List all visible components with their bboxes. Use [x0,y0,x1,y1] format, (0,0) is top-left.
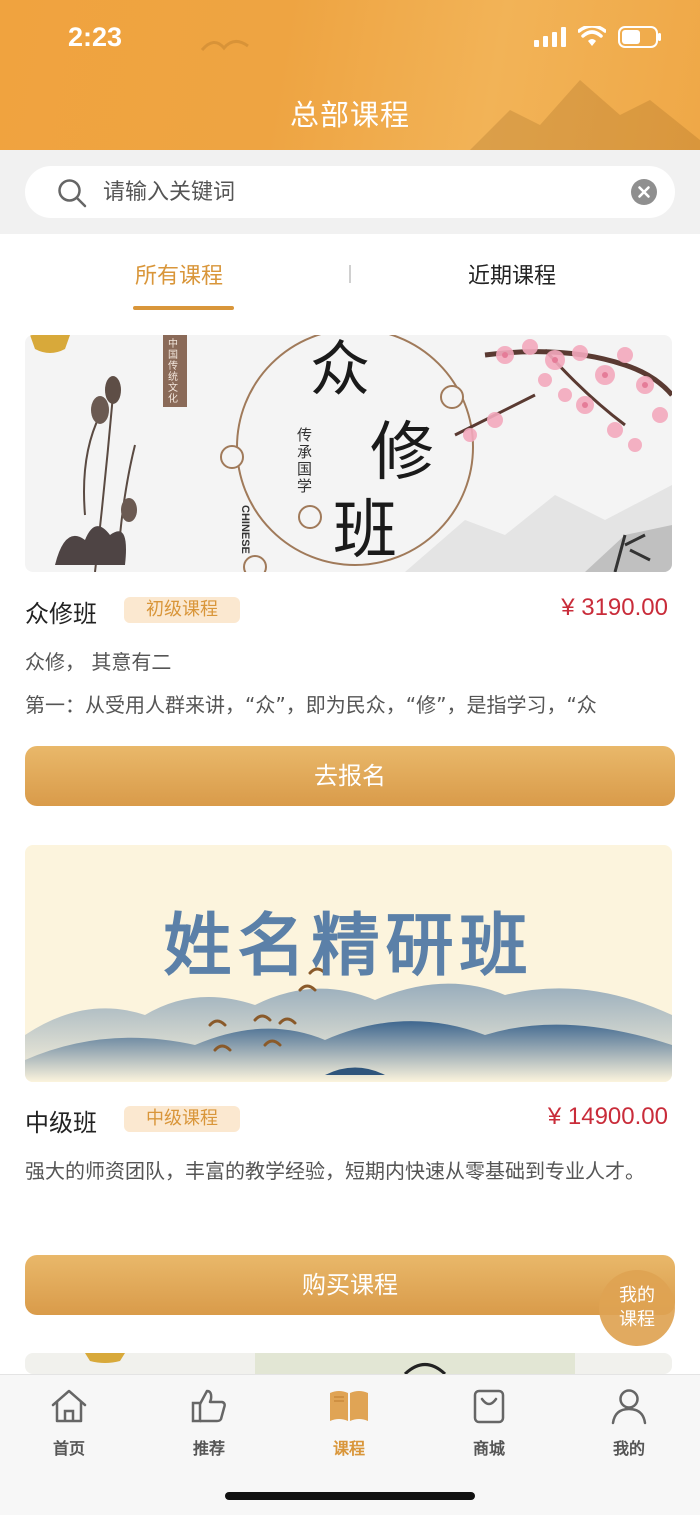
banner2-title: 姓名精研班 [163,907,534,986]
course-tabs: 所有课程 近期课程 [0,234,700,314]
header-bird-decoration [200,40,249,52]
course-desc-line-1: 众修， 其意有二 [25,650,172,674]
status-icons [534,26,662,48]
nav-label: 课程 [332,1439,365,1458]
tab-divider [349,265,351,283]
nav-shop[interactable]: 商城 [439,1387,539,1459]
nav-recommend[interactable]: 推荐 [159,1387,259,1459]
level-badge: 中级课程 [124,1106,240,1132]
nav-label: 首页 [52,1439,85,1458]
home-icon [51,1389,87,1423]
home-indicator [225,1492,475,1500]
wifi-icon [578,26,606,46]
search-box[interactable] [25,166,675,218]
banner-char-1: 众 [310,335,370,405]
page-title: 总部课程 [289,98,410,132]
course-price: ¥ 3190.00 [561,594,668,621]
battery-icon [618,26,661,48]
level-badge: 初级课程 [124,597,240,623]
course-price: ¥ 14900.00 [547,1103,668,1130]
signal-icon [534,27,566,47]
search-icon [58,179,87,208]
clear-search-icon[interactable] [631,179,657,205]
fab-line-2: 课程 [619,1309,655,1330]
nav-courses[interactable]: 课程 [299,1387,399,1459]
nav-home[interactable]: 首页 [19,1387,119,1459]
course-desc: 强大的师资团队，丰富的教学经验，短期内快速从零基础到专业人才。 [25,1159,645,1183]
banner-subtitle: 传承国学 [297,426,313,495]
course-desc-line-2: 第一：从受用人群来讲，“众”，即为民众，“修”，是指学习，“众 [25,693,597,717]
course-banner-xingming[interactable]: 姓名精研班 [25,845,672,1082]
my-courses-fab[interactable]: 我的 课程 [599,1270,675,1346]
banner-seal-text: 中国传统文化 [168,339,178,405]
nav-mine[interactable]: 我的 [579,1387,679,1459]
course-name: 中级班 [25,1109,97,1137]
enroll-button[interactable]: 去报名 [25,746,675,806]
banner-char-3: 班 [333,494,397,568]
fab-line-1: 我的 [619,1285,655,1306]
app-header: 2:23 总部课程 [0,0,700,150]
status-time: 2:23 [68,22,123,52]
nav-label: 商城 [472,1439,505,1458]
active-tab-indicator [133,306,234,310]
shopping-bag-icon [473,1389,505,1424]
user-icon [611,1389,647,1425]
course-banner-partial[interactable] [25,1353,672,1374]
nav-label: 我的 [612,1439,645,1458]
search-bar-area [0,150,700,234]
banner-english: CHINESE [239,505,251,554]
thumbs-up-icon [191,1389,226,1423]
tab-recent-courses[interactable]: 近期课程 [468,258,556,290]
course-banner-zhongxiu[interactable]: 众 修 班 传承国学 CHINESE 中国传统文化 [25,335,672,572]
book-icon [330,1391,368,1421]
banner3-artwork [85,1353,575,1374]
tab-all-courses[interactable]: 所有课程 [135,258,223,290]
nav-label: 推荐 [192,1439,225,1458]
course-name: 众修班 [25,600,97,628]
search-input[interactable] [103,166,623,218]
buy-course-button[interactable]: 购买课程 [25,1255,675,1315]
